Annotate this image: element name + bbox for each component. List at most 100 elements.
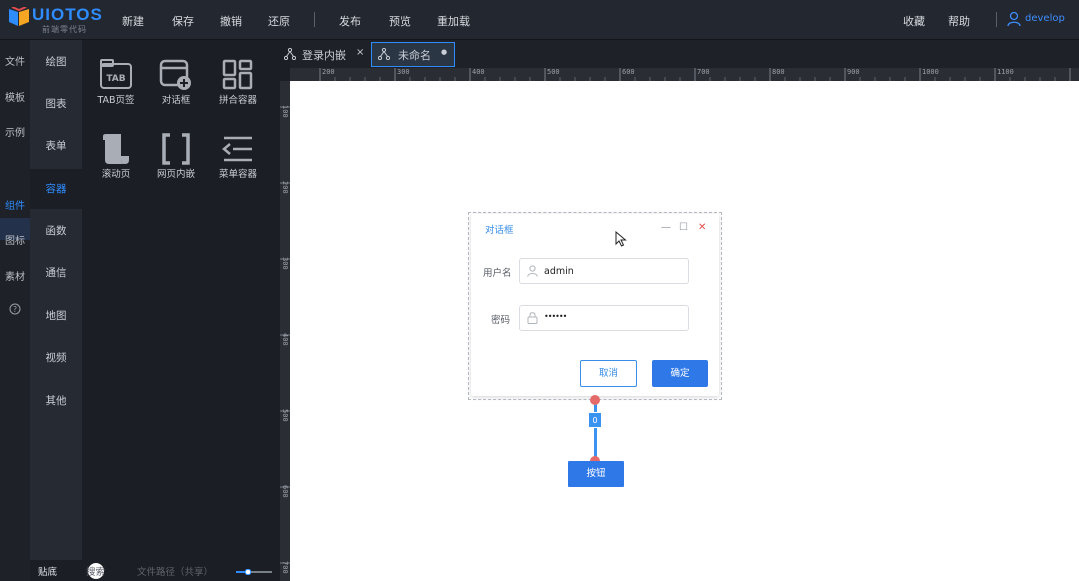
ruler-label: 300 [281, 257, 289, 270]
network-icon [378, 48, 390, 60]
document-tabs: 登录内嵌 × 未命名 ● [284, 40, 1079, 68]
logo-subtitle: 前端零代码 [42, 25, 87, 34]
category-video[interactable]: 视频 [30, 338, 82, 378]
category-map[interactable]: 地图 [30, 296, 82, 336]
toolbar-divider-right [996, 12, 997, 27]
ruler-label: 1100 [997, 68, 1014, 76]
preview-button[interactable]: 预览 [389, 13, 411, 29]
tab-login-embed[interactable]: 登录内嵌 × [284, 42, 366, 67]
new-button[interactable]: 新建 [122, 13, 144, 29]
component-iframe[interactable]: 网页内嵌 [144, 116, 208, 180]
scroll-icon [103, 134, 129, 164]
password-value: •••••• [544, 312, 567, 321]
link-badge[interactable]: 0 [588, 412, 602, 428]
zoom-slider[interactable] [236, 569, 272, 575]
component-label: 滚动页 [101, 169, 131, 180]
cancel-button[interactable]: 取消 [580, 360, 637, 387]
category-functions[interactable]: 函数 [30, 211, 82, 251]
category-communication[interactable]: 通信 [30, 253, 82, 293]
password-field[interactable]: •••••• [519, 305, 689, 331]
component-label: 菜单容器 [218, 169, 257, 180]
component-categories: 绘图 图表 表单 容器 函数 通信 地图 视频 其他 [30, 40, 82, 581]
component-dialog[interactable]: 对话框 [144, 42, 208, 106]
ruler-ticks [280, 106, 290, 564]
category-forms[interactable]: 表单 [30, 126, 82, 166]
component-menu-container[interactable]: 菜单容器 [206, 116, 270, 180]
grid-container-icon [222, 59, 253, 90]
logo-text: UIOTOS [32, 5, 103, 24]
password-label: 密码 [491, 315, 511, 326]
ruler-label: 200 [281, 181, 289, 194]
link-anchor-top[interactable] [590, 395, 600, 405]
ruler-label: 200 [322, 68, 335, 76]
maximize-icon[interactable]: ☐ [679, 222, 688, 233]
ruler-label: 500 [547, 68, 560, 76]
svg-text:TAB: TAB [106, 74, 125, 84]
search-input[interactable]: 搜索 [86, 564, 105, 578]
nav-item-examples[interactable]: 示例 [0, 124, 30, 139]
user-icon [527, 265, 538, 277]
component-label: 网页内嵌 [156, 169, 195, 180]
reload-button[interactable]: 重加载 [437, 13, 470, 29]
ruler-label: 700 [281, 561, 289, 574]
help-circle-icon[interactable]: ? [9, 303, 21, 315]
left-nav: 文件 模板 示例 组件 图标 素材 ? [0, 40, 30, 581]
username-field[interactable]: admin [519, 258, 689, 284]
menu-container-icon [222, 136, 252, 162]
tab-close-icon[interactable]: × [356, 47, 364, 58]
help-button[interactable]: 帮助 [948, 13, 970, 29]
ruler-label: 500 [281, 409, 289, 422]
component-tab[interactable]: TAB TAB页签 [84, 42, 148, 106]
category-containers[interactable]: 容器 [30, 169, 82, 209]
undo-button[interactable]: 撤销 [220, 13, 242, 29]
canvas-button-widget[interactable]: 按钮 [568, 461, 624, 487]
ok-button[interactable]: 确定 [652, 360, 708, 387]
component-panel: TAB TAB页签 对话框 拼合容器 滚动页 网页内嵌 菜单容器 [82, 40, 290, 581]
category-drawing[interactable]: 绘图 [30, 42, 82, 82]
ruler-label: 600 [281, 485, 289, 498]
ruler-label: 900 [847, 68, 860, 76]
component-scroll-page[interactable]: 滚动页 [84, 116, 148, 180]
component-label: 对话框 [161, 95, 191, 106]
binding-link[interactable] [594, 400, 597, 462]
category-other[interactable]: 其他 [30, 381, 82, 421]
minimize-icon[interactable]: — [661, 222, 671, 233]
tab-label: 登录内嵌 [302, 49, 346, 62]
file-path-field[interactable]: 文件路径（共享） [137, 564, 213, 578]
toolbar-divider [314, 12, 315, 27]
dialog-add-icon [159, 59, 191, 90]
tab-label: 未命名 [398, 49, 431, 62]
redo-button[interactable]: 还原 [268, 13, 290, 29]
component-grid-container[interactable]: 拼合容器 [206, 42, 270, 106]
username-label: 用户名 [483, 268, 512, 279]
horizontal-ruler: 200 300 400 500 600 700 800 900 1000 110… [290, 68, 1079, 81]
dialog-widget[interactable]: 对话框 — ☐ ✕ 用户名 admin 密码 •••••• 取消 确定 [471, 214, 719, 396]
nav-item-icons[interactable]: 图标 [0, 232, 30, 247]
favorites-button[interactable]: 收藏 [903, 13, 925, 29]
tab-icon: TAB [100, 59, 132, 89]
top-toolbar: UIOTOS 前端零代码 新建 保存 撤销 还原 发布 预览 重加载 收藏 帮助… [0, 0, 1079, 40]
username-value: admin [544, 266, 574, 277]
user-icon [1007, 11, 1021, 27]
dialog-title: 对话框 [485, 225, 514, 236]
nav-item-assets[interactable]: 素材 [0, 268, 30, 283]
ruler-label: 700 [697, 68, 710, 76]
brackets-icon [162, 133, 190, 165]
nav-item-file[interactable]: 文件 [0, 53, 30, 68]
ruler-label: 300 [397, 68, 410, 76]
close-icon[interactable]: ✕ [698, 222, 706, 233]
save-button[interactable]: 保存 [172, 13, 194, 29]
ruler-label: 1000 [922, 68, 939, 76]
logo-icon [9, 7, 29, 26]
publish-button[interactable]: 发布 [339, 13, 361, 29]
mouse-cursor-icon [615, 231, 627, 247]
nav-item-template[interactable]: 模板 [0, 89, 30, 104]
tab-untitled[interactable]: 未命名 ● [371, 42, 455, 67]
app-logo: UIOTOS 前端零代码 [8, 5, 103, 35]
ruler-label: 400 [281, 333, 289, 346]
category-charts[interactable]: 图表 [30, 84, 82, 124]
nav-item-components[interactable]: 组件 [0, 197, 30, 212]
unsaved-dot-icon[interactable]: ● [441, 48, 447, 56]
snap-bottom-label: 贴底 [38, 567, 58, 578]
username: develop [1025, 13, 1065, 24]
